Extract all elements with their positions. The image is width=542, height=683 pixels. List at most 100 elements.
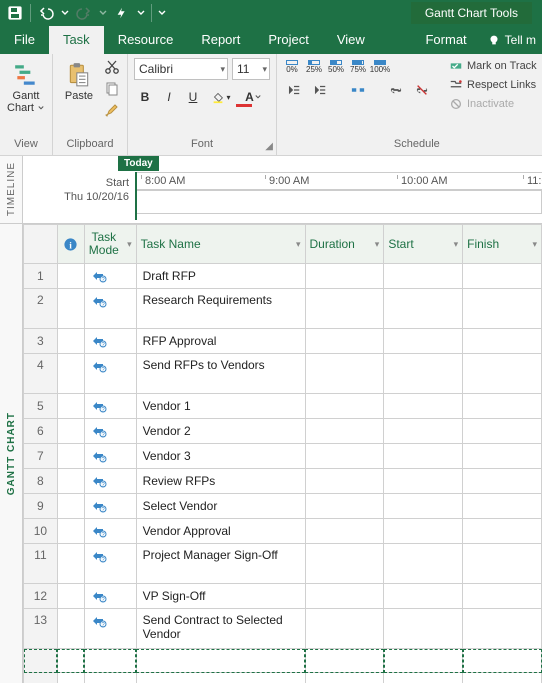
- row-taskname[interactable]: Vendor Approval: [136, 519, 305, 544]
- row-duration[interactable]: [305, 519, 384, 544]
- col-taskname[interactable]: Task Name▾: [136, 225, 305, 264]
- undo-dropdown[interactable]: [59, 2, 71, 24]
- row-info[interactable]: [57, 494, 84, 519]
- col-info[interactable]: [57, 225, 84, 264]
- row-info[interactable]: [57, 264, 84, 289]
- row-taskname[interactable]: Draft RFP: [136, 264, 305, 289]
- unlink-tasks-button[interactable]: [411, 79, 433, 101]
- row-taskname[interactable]: Vendor 3: [136, 444, 305, 469]
- row-duration[interactable]: [305, 289, 384, 329]
- row-number[interactable]: 3: [24, 329, 58, 354]
- italic-button[interactable]: I: [158, 86, 180, 108]
- row-duration[interactable]: [305, 584, 384, 609]
- tab-project[interactable]: Project: [254, 26, 322, 54]
- table-row[interactable]: 1Draft RFP: [24, 264, 542, 289]
- row-finish[interactable]: [463, 444, 542, 469]
- table-row[interactable]: 5 Vendor 1: [24, 394, 542, 419]
- row-taskname[interactable]: Send Contract to Selected Vendor: [136, 609, 305, 649]
- timeline-canvas[interactable]: [135, 190, 542, 214]
- row-taskname[interactable]: Vendor 1: [136, 394, 305, 419]
- row-duration[interactable]: [305, 444, 384, 469]
- row-finish[interactable]: [463, 354, 542, 394]
- row-taskmode[interactable]: [84, 444, 136, 469]
- row-number[interactable]: 7: [24, 444, 58, 469]
- row-number[interactable]: 2: [24, 289, 58, 329]
- redo-dropdown[interactable]: [97, 2, 109, 24]
- row-start[interactable]: [384, 609, 463, 649]
- row-taskname[interactable]: Review RFPs: [136, 469, 305, 494]
- row-taskname[interactable]: Research Requirements: [136, 289, 305, 329]
- row-taskmode[interactable]: [84, 419, 136, 444]
- table-row[interactable]: 9Select Vendor: [24, 494, 542, 519]
- row-finish[interactable]: [463, 394, 542, 419]
- row-taskmode[interactable]: [84, 519, 136, 544]
- mark-on-track-button[interactable]: Mark on Track: [447, 58, 542, 74]
- row-taskmode[interactable]: [84, 264, 136, 289]
- row-finish[interactable]: [463, 494, 542, 519]
- row-start[interactable]: [384, 444, 463, 469]
- qat-extra-button[interactable]: [111, 2, 133, 24]
- row-start[interactable]: [384, 419, 463, 444]
- table-row[interactable]: 2 Research Requirements: [24, 289, 542, 329]
- row-finish[interactable]: [463, 544, 542, 584]
- row-number[interactable]: 5: [24, 394, 58, 419]
- save-button[interactable]: [4, 2, 26, 24]
- row-info[interactable]: [57, 519, 84, 544]
- font-name-combo[interactable]: Calibri ▾: [134, 58, 228, 80]
- col-taskmode[interactable]: Task Mode▾: [84, 225, 136, 264]
- row-info[interactable]: [57, 289, 84, 329]
- row-finish[interactable]: [463, 264, 542, 289]
- qat-extra-dropdown[interactable]: [135, 2, 147, 24]
- row-start[interactable]: [384, 494, 463, 519]
- font-color-button[interactable]: A: [238, 86, 268, 108]
- task-grid[interactable]: Task Mode▾ Task Name▾ Duration▾ Start▾ F…: [23, 224, 542, 683]
- row-taskmode[interactable]: [84, 394, 136, 419]
- row-number[interactable]: 9: [24, 494, 58, 519]
- active-cell[interactable]: [136, 649, 305, 673]
- col-duration[interactable]: Duration▾: [305, 225, 384, 264]
- row-duration[interactable]: [305, 544, 384, 584]
- bold-button[interactable]: B: [134, 86, 156, 108]
- table-row[interactable]: 13Send Contract to Selected Vendor: [24, 609, 542, 649]
- row-number[interactable]: 4: [24, 354, 58, 394]
- pct-50-button[interactable]: 50%: [327, 58, 345, 76]
- inactivate-button[interactable]: Inactivate: [447, 96, 542, 112]
- row-start[interactable]: [384, 289, 463, 329]
- row-duration[interactable]: [305, 264, 384, 289]
- row-number[interactable]: 10: [24, 519, 58, 544]
- table-row[interactable]: 11Project Manager Sign-Off: [24, 544, 542, 584]
- table-row[interactable]: 7 Vendor 3: [24, 444, 542, 469]
- tab-format[interactable]: Format: [411, 26, 480, 54]
- row-finish[interactable]: [463, 329, 542, 354]
- row-taskmode[interactable]: [84, 354, 136, 394]
- row-start[interactable]: [384, 584, 463, 609]
- split-task-button[interactable]: [347, 79, 369, 101]
- row-taskmode[interactable]: [84, 544, 136, 584]
- row-number[interactable]: 8: [24, 469, 58, 494]
- row-taskname[interactable]: VP Sign-Off: [136, 584, 305, 609]
- row-taskmode[interactable]: [84, 289, 136, 329]
- row-duration[interactable]: [305, 354, 384, 394]
- row-info[interactable]: [57, 444, 84, 469]
- row-number[interactable]: 12: [24, 584, 58, 609]
- timeline-ruler[interactable]: 8:00 AM 9:00 AM 10:00 AM 11:00: [135, 172, 542, 190]
- row-info[interactable]: [57, 329, 84, 354]
- row-start[interactable]: [384, 329, 463, 354]
- row-finish[interactable]: [463, 469, 542, 494]
- row-taskname[interactable]: Vendor 2: [136, 419, 305, 444]
- row-taskmode[interactable]: [84, 329, 136, 354]
- row-start[interactable]: [384, 544, 463, 584]
- qat-customize[interactable]: [156, 2, 168, 24]
- table-row[interactable]: 8 Review RFPs: [24, 469, 542, 494]
- row-taskmode[interactable]: [84, 469, 136, 494]
- paste-button[interactable]: Paste: [59, 58, 99, 102]
- col-rownum[interactable]: [24, 225, 58, 264]
- undo-button[interactable]: [35, 2, 57, 24]
- outdent-button[interactable]: [283, 79, 305, 101]
- row-start[interactable]: [384, 519, 463, 544]
- redo-button[interactable]: [73, 2, 95, 24]
- row-start[interactable]: [384, 469, 463, 494]
- row-duration[interactable]: [305, 609, 384, 649]
- fill-color-button[interactable]: ▾: [206, 86, 236, 108]
- row-taskname[interactable]: RFP Approval: [136, 329, 305, 354]
